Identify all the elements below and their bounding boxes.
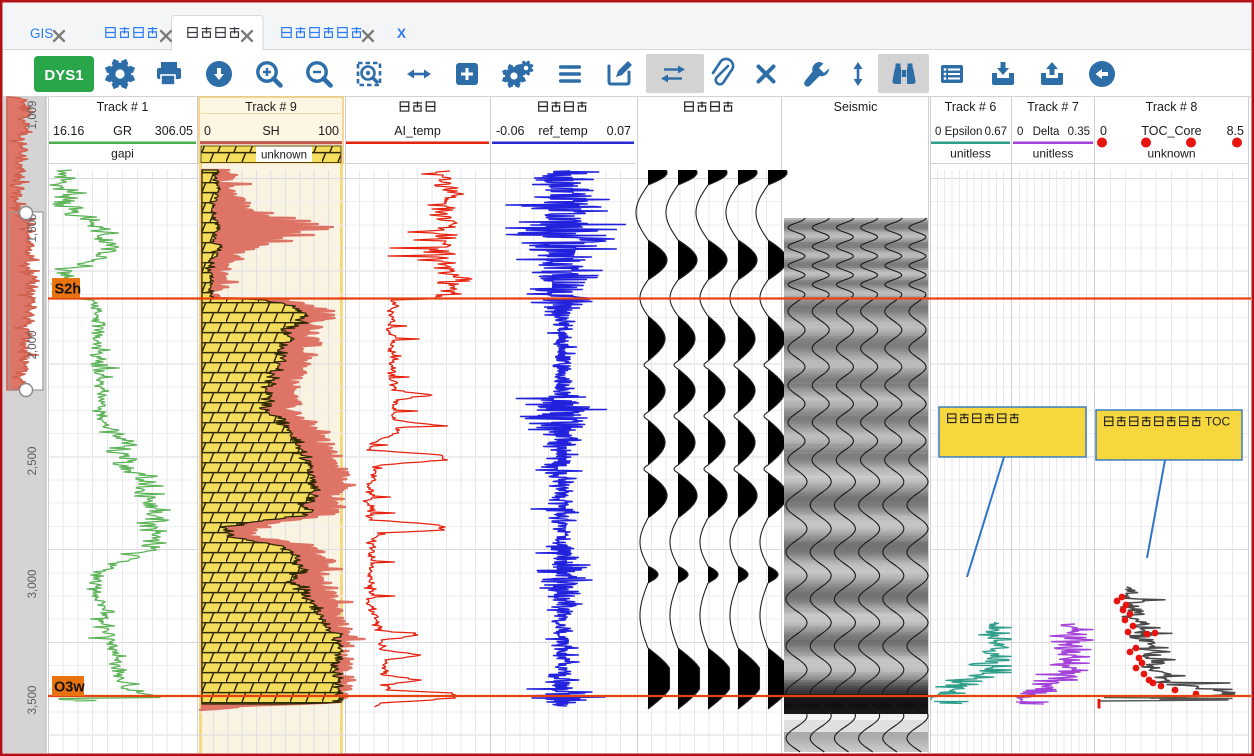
svg-text:AI_temp: AI_temp: [394, 124, 441, 138]
svg-text:SH: SH: [262, 124, 279, 138]
svg-text:Track # 1: Track # 1: [97, 100, 149, 114]
svg-text:-0.06: -0.06: [496, 124, 525, 138]
svg-text:0.35: 0.35: [1068, 126, 1090, 138]
svg-text:TOC: TOC: [1205, 415, 1230, 429]
svg-text:unknown: unknown: [1147, 147, 1195, 161]
svg-text:2,500: 2,500: [27, 447, 39, 476]
svg-text:Epsilon: Epsilon: [945, 126, 983, 138]
svg-text:gapi: gapi: [111, 147, 134, 161]
svg-text:S2h: S2h: [55, 282, 82, 298]
svg-text:unknown: unknown: [261, 150, 307, 162]
svg-text:Track # 8: Track # 8: [1146, 100, 1198, 114]
svg-text:Delta: Delta: [1033, 126, 1060, 138]
svg-text:0: 0: [1100, 124, 1107, 138]
svg-text:unitless: unitless: [1033, 147, 1074, 161]
svg-text:GIS: GIS: [30, 26, 53, 41]
svg-text:3,000: 3,000: [27, 570, 39, 599]
svg-text:0.67: 0.67: [985, 126, 1007, 138]
svg-text:1,009: 1,009: [27, 101, 39, 130]
svg-text:Track # 9: Track # 9: [245, 100, 297, 114]
svg-text:Seismic: Seismic: [834, 100, 878, 114]
svg-text:0.07: 0.07: [607, 124, 631, 138]
svg-text:3,500: 3,500: [27, 686, 39, 715]
svg-text:Track # 6: Track # 6: [945, 100, 997, 114]
svg-text:0: 0: [1017, 126, 1023, 138]
svg-text:100: 100: [318, 124, 339, 138]
svg-text:2,000: 2,000: [27, 331, 39, 360]
svg-text:unitless: unitless: [950, 147, 991, 161]
svg-text:O3w: O3w: [54, 680, 85, 696]
svg-text:DYS1: DYS1: [44, 67, 83, 84]
svg-text:GR: GR: [113, 124, 132, 138]
svg-text:8.5: 8.5: [1227, 124, 1244, 138]
svg-text:Track # 7: Track # 7: [1027, 100, 1079, 114]
svg-text:0: 0: [935, 126, 941, 138]
svg-text:TOC_Core: TOC_Core: [1141, 124, 1201, 138]
svg-text:16.16: 16.16: [53, 124, 84, 138]
svg-text:306.05: 306.05: [155, 124, 193, 138]
svg-text:ref_temp: ref_temp: [538, 124, 587, 138]
svg-text:0: 0: [204, 124, 211, 138]
svg-text:X: X: [397, 26, 406, 41]
